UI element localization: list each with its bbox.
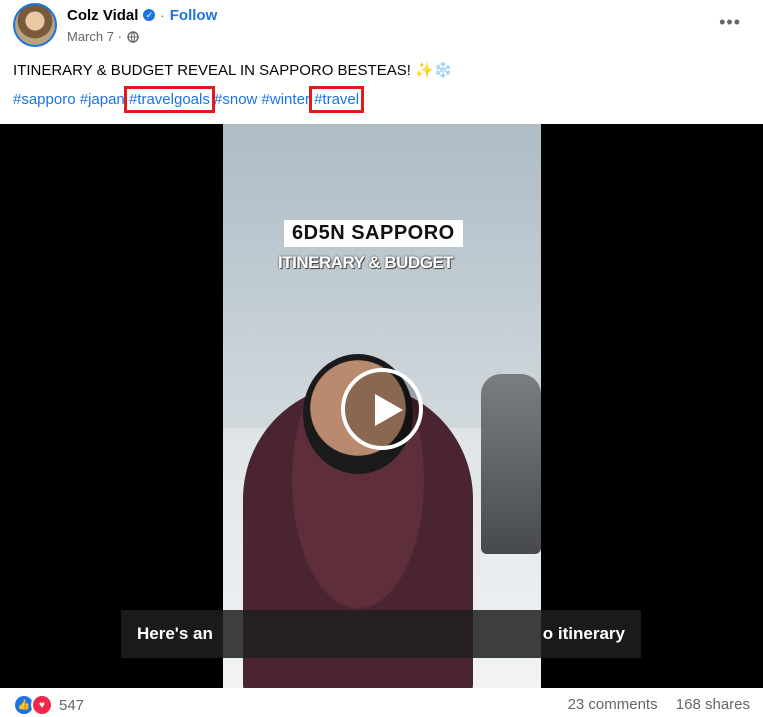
- play-icon[interactable]: [341, 368, 423, 450]
- more-options-icon[interactable]: •••: [719, 12, 741, 33]
- comments-count[interactable]: 23 comments: [568, 696, 658, 713]
- reaction-count[interactable]: 547: [59, 697, 84, 714]
- caption-right: o itinerary: [542, 624, 625, 643]
- separator: ·: [160, 7, 165, 23]
- post-footer: 👍 ♥ 547 23 comments 168 shares: [0, 690, 763, 717]
- reactions[interactable]: 👍 ♥ 547: [13, 694, 84, 716]
- hashtag-japan[interactable]: #japan: [80, 91, 125, 108]
- video-subtitle: ITINERARY & BUDGET: [278, 253, 454, 272]
- post-meta: March 7 ·: [67, 29, 139, 44]
- verified-icon: ✓: [143, 9, 156, 21]
- post-caption: ITINERARY & BUDGET REVEAL IN SAPPORO BES…: [13, 62, 453, 79]
- post-stats: 23 comments 168 shares: [554, 696, 750, 713]
- hashtag-list: #sapporo #japan #travelgoals #snow #wint…: [13, 86, 365, 113]
- background-people: [481, 374, 541, 554]
- hashtag-travelgoals[interactable]: #travelgoals: [123, 86, 215, 113]
- shares-count[interactable]: 168 shares: [676, 696, 750, 713]
- hashtag-winter[interactable]: #winter: [262, 91, 310, 108]
- video-title: 6D5N SAPPORO: [284, 220, 463, 247]
- video-player[interactable]: 6D5N SAPPORO ITINERARY & BUDGET Here's a…: [0, 124, 763, 688]
- post-header: Colz Vidal ✓ · Follow March 7 · •••: [0, 0, 763, 55]
- author-name[interactable]: Colz Vidal: [67, 7, 138, 24]
- caption-left: Here's an: [137, 624, 213, 643]
- hashtag-travel[interactable]: #travel: [309, 86, 365, 113]
- follow-button[interactable]: Follow: [170, 7, 218, 24]
- video-frame: 6D5N SAPPORO ITINERARY & BUDGET: [223, 124, 541, 688]
- hashtag-snow[interactable]: #snow: [214, 91, 257, 108]
- author-row: Colz Vidal ✓ · Follow: [67, 5, 217, 25]
- hashtag-sapporo[interactable]: #sapporo: [13, 91, 76, 108]
- love-reaction-icon: ♥: [31, 694, 53, 716]
- video-caption-bar: Here's an o itinerary: [121, 610, 641, 658]
- globe-icon: [127, 30, 139, 43]
- author-avatar[interactable]: [13, 3, 57, 47]
- post-date[interactable]: March 7 ·: [67, 29, 122, 44]
